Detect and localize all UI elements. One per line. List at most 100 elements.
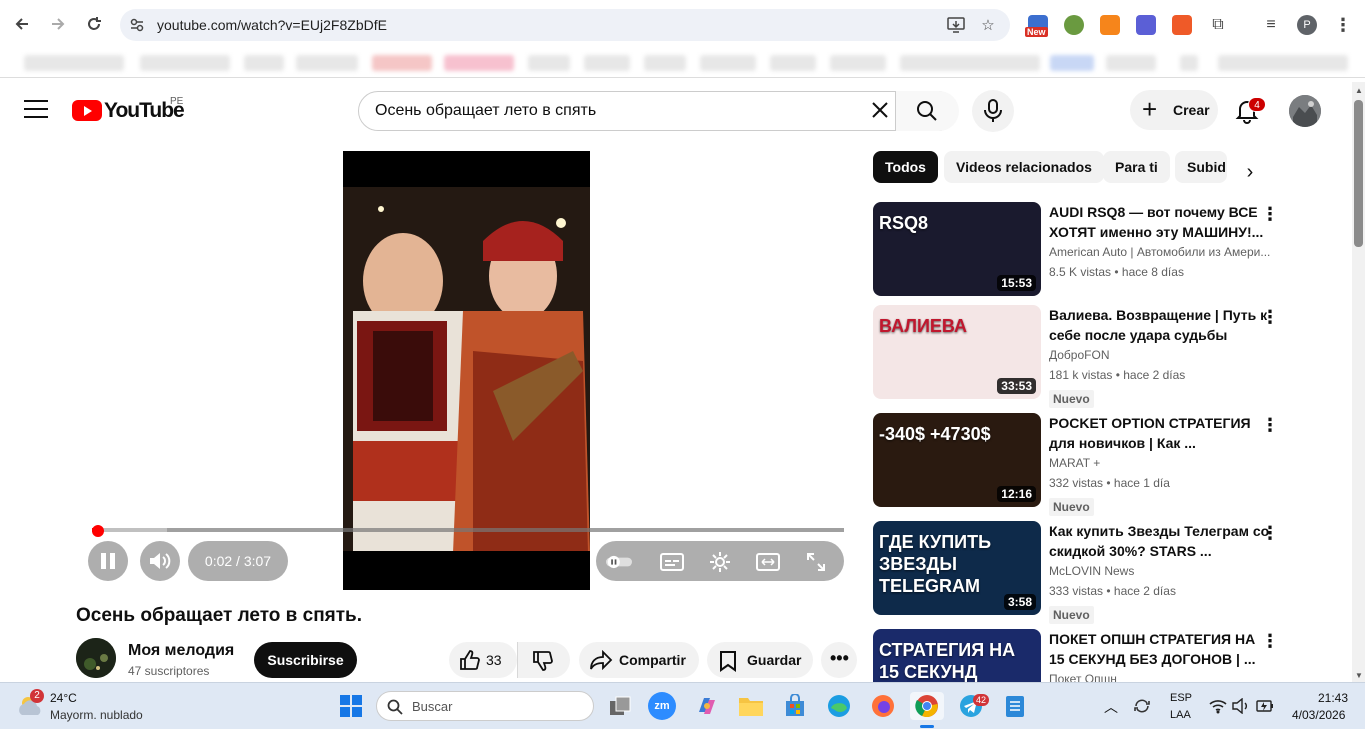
search-box[interactable]: Осень обращает лето в спять (358, 91, 959, 131)
chip-for-you[interactable]: Para ti (1103, 151, 1170, 183)
clock-time[interactable]: 21:43 (1318, 691, 1348, 705)
video-thumbnail[interactable]: ГДЕ КУПИТЬ ЗВЕЗДЫ TELEGRAM 3:58 (873, 521, 1041, 615)
sync-icon[interactable] (1128, 692, 1156, 720)
pause-button[interactable] (88, 541, 128, 581)
scroll-up-icon[interactable]: ▲ (1355, 86, 1363, 95)
record-extension-icon[interactable] (1172, 15, 1192, 35)
windows-start-icon[interactable] (336, 692, 366, 720)
recommendation-channel[interactable]: McLOVIN News (1049, 564, 1271, 578)
taskbar-search[interactable]: Buscar (376, 691, 594, 721)
recommendation-title[interactable]: POCKET OPTION СТРАТЕГИЯ для новичков | К… (1049, 413, 1271, 453)
chrome-icon[interactable] (910, 692, 944, 720)
theater-mode-icon[interactable] (755, 549, 781, 575)
bookmark-item[interactable] (296, 55, 358, 71)
notepad-icon[interactable] (1000, 692, 1030, 720)
recommendation-item[interactable]: -340$ +4730$ 12:16 POCKET OPTION СТРАТЕГИЯ… (873, 413, 1279, 516)
clock-date[interactable]: 4/03/2026 (1292, 708, 1345, 722)
copilot-icon[interactable] (692, 692, 722, 720)
metamask-fox-icon[interactable] (1100, 15, 1120, 35)
bookmark-item[interactable] (584, 55, 630, 71)
bookmark-item[interactable] (244, 55, 284, 71)
youtube-logo-icon[interactable] (72, 100, 102, 121)
hamburger-menu-icon[interactable] (24, 100, 48, 118)
address-bar[interactable]: youtube.com/watch?v=EUj2F8ZbDfE ☆ (120, 9, 1010, 41)
file-explorer-icon[interactable] (736, 692, 766, 720)
recommendation-item[interactable]: ВАЛИЕВА 33:53 Валиева. Возвращение | Путь … (873, 305, 1279, 408)
firefox-icon[interactable] (868, 692, 898, 720)
reading-list-icon[interactable]: ≡ (1261, 15, 1281, 35)
bookmark-item[interactable] (444, 55, 514, 71)
share-button[interactable]: Compartir (579, 642, 699, 678)
install-app-icon[interactable] (946, 15, 966, 35)
zoom-app-icon[interactable]: zm (648, 692, 676, 720)
fullscreen-icon[interactable] (803, 549, 829, 575)
battery-icon[interactable] (1254, 692, 1276, 720)
bookmark-item[interactable] (830, 55, 886, 71)
show-hidden-icons-chevron-icon[interactable]: ︿ (1104, 697, 1118, 717)
input-language[interactable]: ESP (1170, 692, 1192, 704)
progress-scrubber[interactable] (92, 525, 104, 537)
chip-related-videos[interactable]: Videos relacionados (944, 151, 1104, 183)
browser-menu-icon[interactable]: ⋮ (1333, 15, 1353, 35)
bookmark-item[interactable] (140, 55, 230, 71)
search-input[interactable]: Осень обращает лето в спять (375, 102, 596, 120)
forward-icon[interactable] (46, 12, 70, 36)
bookmark-star-icon[interactable]: ☆ (978, 15, 998, 35)
bookmark-item[interactable] (1106, 55, 1156, 71)
clear-search-icon[interactable] (869, 100, 891, 122)
bookmark-item[interactable] (24, 55, 124, 71)
settings-gear-icon[interactable] (707, 549, 733, 575)
bookmark-item[interactable] (1180, 55, 1198, 71)
speaker-icon[interactable] (1230, 692, 1252, 720)
microsoft-store-icon[interactable] (780, 692, 810, 720)
subscribe-button[interactable]: Suscribirse (254, 642, 357, 678)
progress-track[interactable] (92, 528, 844, 532)
back-icon[interactable] (10, 12, 34, 36)
profile-avatar[interactable]: P (1297, 15, 1317, 35)
video-thumbnail[interactable]: -340$ +4730$ 12:16 (873, 413, 1041, 507)
scrollbar-thumb[interactable] (1354, 100, 1363, 247)
extensions-puzzle-icon[interactable]: ⧉ (1208, 15, 1228, 35)
search-button[interactable] (895, 91, 959, 131)
video-player[interactable] (343, 151, 590, 590)
subtitles-icon[interactable] (659, 549, 685, 575)
recommendation-item[interactable]: RSQ8 15:53 AUDI RSQ8 — вот почему ВСЕ ХОТЯ… (873, 202, 1279, 298)
weather-temperature[interactable]: 24°C (50, 691, 77, 705)
wifi-icon[interactable] (1206, 692, 1230, 720)
voice-search-button[interactable] (972, 90, 1014, 132)
bookmark-item[interactable] (1050, 55, 1094, 71)
like-button[interactable]: 33 (449, 642, 517, 678)
bookmark-item[interactable] (644, 55, 686, 71)
autoplay-toggle[interactable] (606, 549, 632, 575)
bookmark-item[interactable] (528, 55, 570, 71)
channel-avatar[interactable] (76, 638, 116, 678)
volume-button[interactable] (140, 541, 180, 581)
more-vertical-icon[interactable]: ⋮ (1261, 524, 1279, 544)
recommendation-title[interactable]: ПОКЕТ ОПШН СТРАТЕГИЯ НА 15 СЕКУНД БЕЗ ДО… (1049, 629, 1271, 669)
more-actions-button[interactable]: ••• (821, 642, 857, 678)
user-avatar[interactable] (1289, 95, 1321, 127)
input-layout[interactable]: LAA (1170, 709, 1191, 721)
bookmark-item[interactable] (372, 55, 432, 71)
scroll-down-icon[interactable]: ▼ (1355, 671, 1363, 680)
bookmark-item[interactable] (770, 55, 816, 71)
page-scrollbar[interactable]: ▲ ▼ (1352, 82, 1365, 682)
dislike-button[interactable] (517, 642, 570, 678)
more-vertical-icon[interactable]: ⋮ (1261, 416, 1279, 436)
url-text[interactable]: youtube.com/watch?v=EUj2F8ZbDfE (157, 17, 387, 33)
chip-todos[interactable]: Todos (873, 151, 938, 183)
shield-extension-icon[interactable] (1136, 15, 1156, 35)
video-thumbnail[interactable]: RSQ8 15:53 (873, 202, 1041, 296)
channel-name[interactable]: Моя мелодия (128, 642, 234, 660)
more-vertical-icon[interactable]: ⋮ (1261, 205, 1279, 225)
more-vertical-icon[interactable]: ⋮ (1261, 308, 1279, 328)
chip-uploads[interactable]: Subid (1175, 151, 1227, 183)
extension-leaf-icon[interactable] (1064, 15, 1084, 35)
task-view-icon[interactable] (605, 692, 635, 720)
recommendation-channel[interactable]: MARAT + (1049, 456, 1271, 470)
recommendation-title[interactable]: Валиева. Возвращение | Путь к себе после… (1049, 305, 1271, 345)
weather-description[interactable]: Mayorm. nublado (50, 708, 143, 722)
recommendation-channel[interactable]: ДоброFON (1049, 348, 1271, 362)
site-info-icon[interactable] (128, 16, 146, 34)
recommendation-channel[interactable]: American Auto | Автомобили из Амери... (1049, 245, 1271, 259)
